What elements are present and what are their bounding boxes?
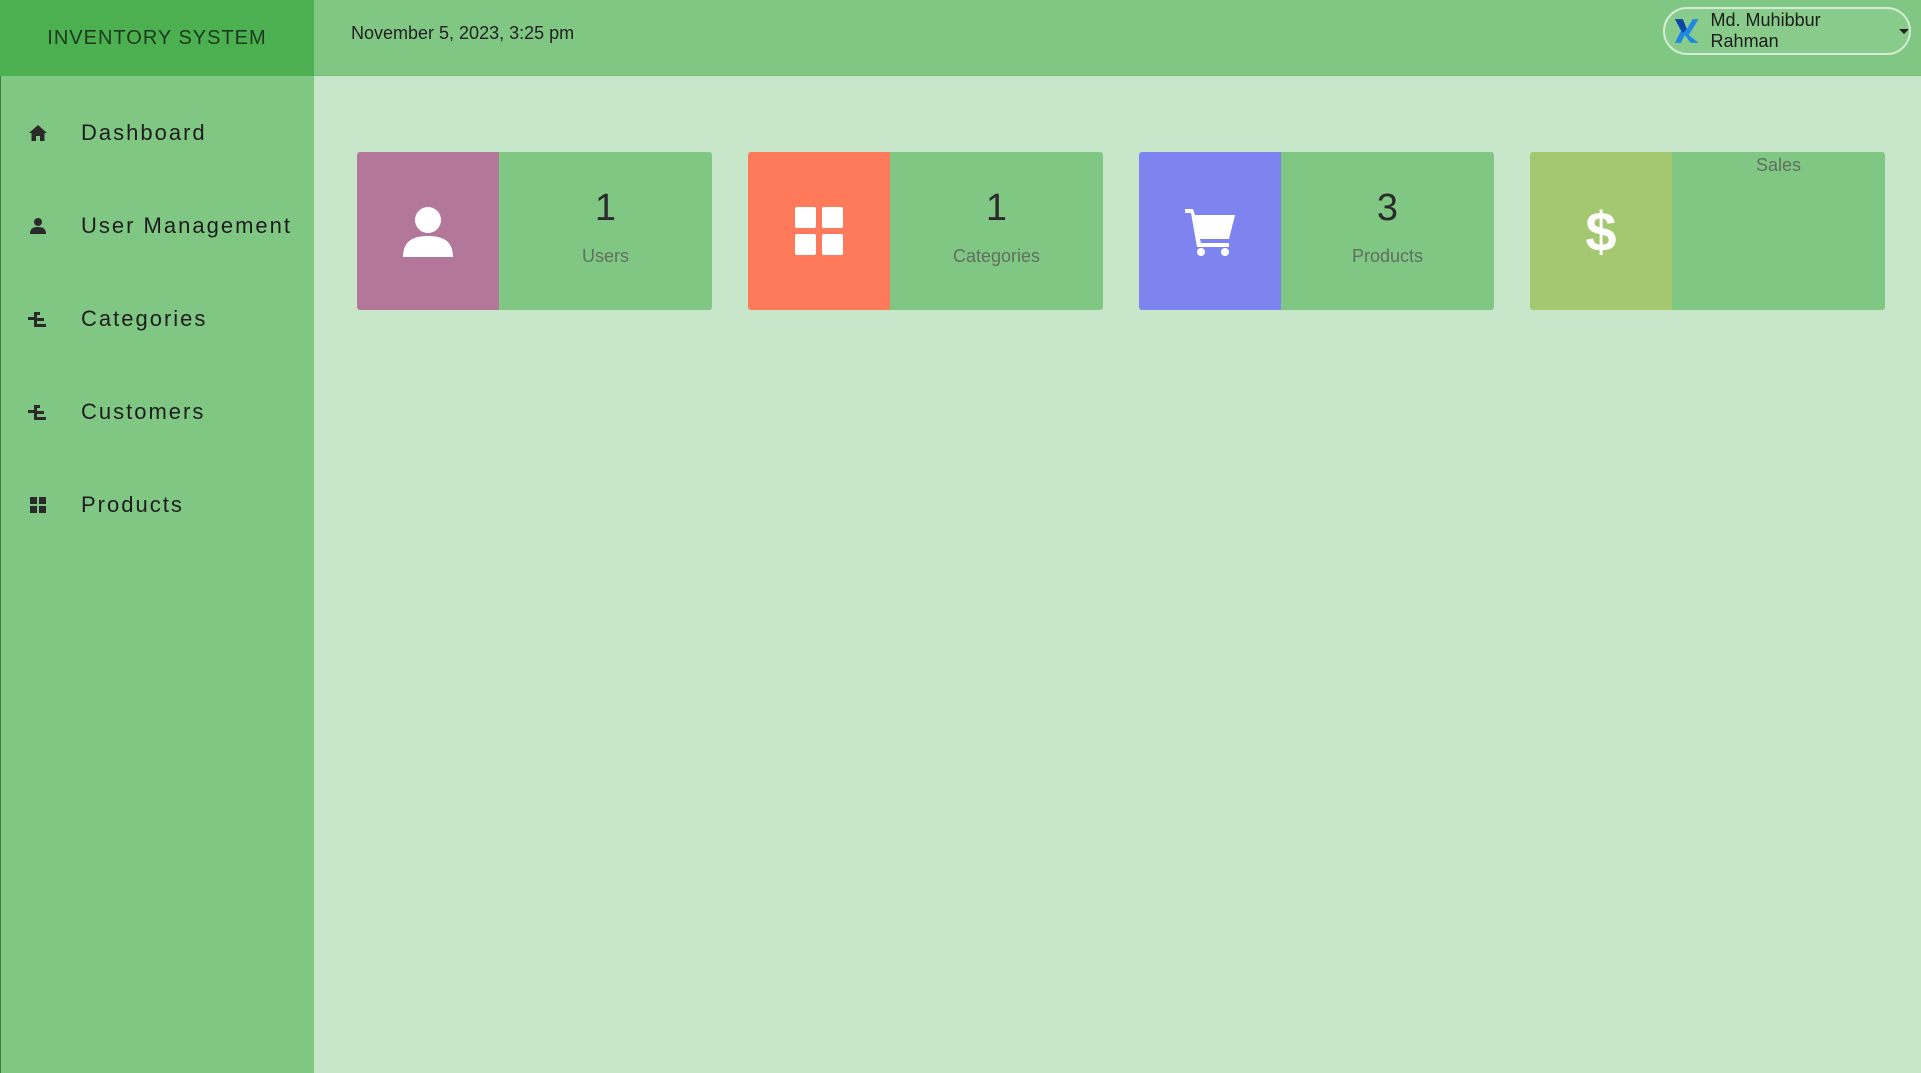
chevron-down-icon xyxy=(1899,28,1909,34)
sitemap-icon xyxy=(27,401,49,423)
products-card-info: 3 Products xyxy=(1281,152,1494,310)
top-bar: November 5, 2023, 3:25 pm Md. Muhibbur R… xyxy=(314,0,1921,76)
dollar-icon: $ xyxy=(1585,203,1616,259)
sidebar-item-label: Products xyxy=(81,492,184,517)
categories-card-info: 1 Categories xyxy=(890,152,1103,310)
users-count: 1 xyxy=(594,187,617,229)
sidebar-item-label: Categories xyxy=(81,306,208,331)
sidebar-item-categories[interactable]: Categories xyxy=(1,289,315,349)
sidebar-item-dashboard[interactable]: Dashboard xyxy=(1,103,315,163)
sidebar: Dashboard User Management Categories Cus… xyxy=(0,76,314,1073)
users-stat-card[interactable]: 1 Users xyxy=(357,152,712,310)
products-caption: Products xyxy=(1351,246,1424,266)
cart-icon xyxy=(1185,209,1235,256)
users-caption: Users xyxy=(581,246,629,266)
users-card-info: 1 Users xyxy=(499,152,712,310)
sales-stat-card[interactable]: $ Sales xyxy=(1530,152,1885,310)
sidebar-item-label: User Management xyxy=(81,213,292,238)
sales-card-icon-box: $ xyxy=(1530,152,1672,310)
sitemap-icon xyxy=(27,308,49,330)
products-stat-card[interactable]: 3 Products xyxy=(1139,152,1494,310)
grid-icon xyxy=(795,207,843,255)
sales-caption: Sales xyxy=(1755,155,1802,175)
app-title[interactable]: INVENTORY SYSTEM xyxy=(0,0,314,76)
current-datetime: November 5, 2023, 3:25 pm xyxy=(351,23,575,43)
user-name: Md. Muhibbur Rahman xyxy=(1710,10,1821,51)
sidebar-item-products[interactable]: Products xyxy=(1,475,315,535)
categories-count: 1 xyxy=(985,187,1008,229)
categories-stat-card[interactable]: 1 Categories xyxy=(748,152,1103,310)
categories-card-icon-box xyxy=(748,152,890,310)
user-menu-button[interactable]: Md. Muhibbur Rahman xyxy=(1663,7,1911,55)
products-card-icon-box xyxy=(1139,152,1281,310)
sidebar-item-label: Customers xyxy=(81,399,206,424)
svg-text:$: $ xyxy=(1585,203,1616,259)
users-card-icon-box xyxy=(357,152,499,310)
user-icon xyxy=(403,207,453,257)
grid-icon xyxy=(27,494,49,516)
sidebar-item-user-management[interactable]: User Management xyxy=(1,196,315,256)
sales-card-info: Sales xyxy=(1672,152,1885,310)
products-count: 3 xyxy=(1376,187,1399,229)
sidebar-item-label: Dashboard xyxy=(81,120,207,145)
sidebar-item-customers[interactable]: Customers xyxy=(1,382,315,442)
user-logo-icon xyxy=(1674,19,1699,43)
user-icon xyxy=(27,215,49,237)
home-icon xyxy=(27,122,49,144)
categories-caption: Categories xyxy=(952,246,1041,266)
